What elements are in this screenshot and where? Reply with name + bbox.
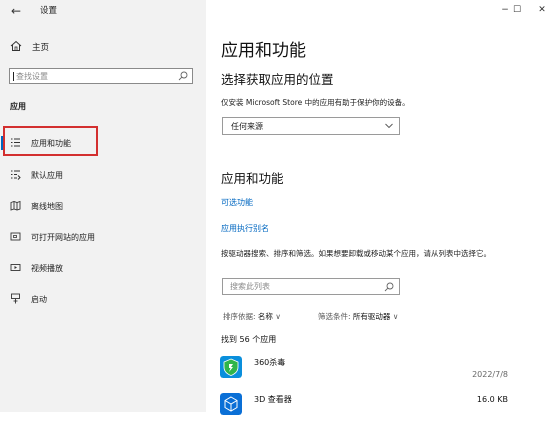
sidebar-item-label: 可打开网站的应用 [31, 233, 95, 242]
sort-label: 排序依据: [223, 312, 256, 321]
app-list-item[interactable]: 3D 查看器 16.0 KB [218, 393, 508, 433]
sidebar-item-label: 离线地图 [31, 202, 63, 211]
window-title: 设置 [40, 6, 58, 16]
optional-features-link[interactable]: 可选功能 [221, 197, 253, 208]
app-execution-alias-link[interactable]: 应用执行别名 [221, 223, 269, 234]
sidebar: ← 设置 主页 查找设置 应用 应用和功能 默认应用 离线地图 可打开网站的应用… [0, 0, 206, 412]
filter-dropdown[interactable]: 筛选条件: 所有驱动器 ∨ [318, 311, 398, 322]
back-arrow-icon[interactable]: ← [6, 2, 26, 20]
sidebar-item-label: 启动 [31, 295, 47, 304]
360-antivirus-icon [220, 356, 242, 378]
startup-icon [11, 293, 20, 304]
section-label-apps: 应用 [10, 102, 26, 111]
close-button[interactable]: ✕ [531, 2, 553, 18]
chevron-down-icon: ∨ [275, 312, 281, 321]
apps-count: 找到 56 个应用 [221, 335, 277, 344]
home-icon [10, 40, 22, 51]
sidebar-item-home-label: 主页 [32, 43, 50, 53]
install-source-description: 仅安装 Microsoft Store 中的应用有助于保护你的设备。 [221, 98, 410, 107]
sidebar-item-default-apps[interactable]: 默认应用 [0, 162, 206, 188]
sort-value: 名称 [257, 312, 273, 321]
sidebar-item-label: 默认应用 [31, 171, 63, 180]
maximize-button[interactable]: ☐ [506, 2, 528, 18]
text-caret [13, 72, 14, 81]
sidebar-item-startup[interactable]: 启动 [0, 286, 206, 312]
app-date: 2022/7/8 [472, 370, 508, 379]
app-name: 3D 查看器 [254, 395, 292, 404]
sidebar-item-apps-for-websites[interactable]: 可打开网站的应用 [0, 224, 206, 250]
install-source-dropdown[interactable]: 任何来源 [222, 117, 400, 135]
filter-value: 所有驱动器 [352, 312, 391, 321]
apps-for-websites-icon [10, 232, 21, 241]
chevron-down-icon [385, 123, 393, 129]
app-list-item[interactable]: 360杀毒 2022/7/8 [218, 356, 508, 396]
settings-search-placeholder: 查找设置 [16, 72, 48, 81]
search-icon[interactable] [384, 282, 394, 292]
sort-dropdown[interactable]: 排序依据: 名称 ∨ [223, 311, 281, 322]
offline-maps-icon [10, 200, 21, 211]
apps-help-text: 按驱动器搜索、排序和筛选。如果想要卸载或移动某个应用，请从列表中选择它。 [221, 249, 491, 258]
default-apps-icon [11, 170, 21, 180]
main-content: − ☐ ✕ 应用和功能 选择获取应用的位置 仅安装 Microsoft Stor… [206, 0, 553, 415]
apps-section-heading: 应用和功能 [221, 171, 284, 186]
app-size: 16.0 KB [476, 395, 508, 404]
settings-search-input[interactable]: 查找设置 [9, 68, 193, 84]
sidebar-item-video-playback[interactable]: 视频播放 [0, 255, 206, 281]
video-playback-icon [10, 264, 21, 271]
filter-label: 筛选条件: [318, 312, 351, 321]
sidebar-item-home[interactable]: 主页 [8, 38, 198, 56]
app-name: 360杀毒 [254, 358, 286, 367]
sidebar-item-label: 视频播放 [31, 264, 63, 273]
install-source-heading: 选择获取应用的位置 [221, 72, 334, 87]
install-source-selected: 任何来源 [231, 122, 263, 131]
page-title: 应用和功能 [221, 41, 306, 61]
search-icon[interactable] [178, 71, 188, 81]
apps-list-search-placeholder: 搜索此列表 [230, 282, 270, 291]
annotation-highlight-box [3, 126, 98, 156]
chevron-down-icon: ∨ [392, 312, 399, 321]
sidebar-item-offline-maps[interactable]: 离线地图 [0, 193, 206, 219]
apps-list-search-input[interactable]: 搜索此列表 [222, 278, 400, 295]
